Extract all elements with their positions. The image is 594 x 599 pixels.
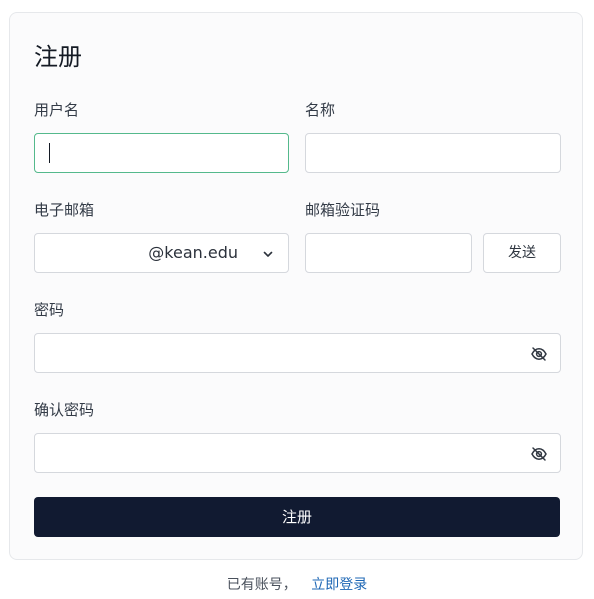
login-prompt: 已有账号， 立即登录 xyxy=(0,575,594,595)
login-prompt-text: 已有账号， xyxy=(226,577,297,593)
email-input[interactable]: @kean.edu xyxy=(34,233,289,273)
chevron-down-icon[interactable] xyxy=(262,248,274,260)
password-label: 密码 xyxy=(34,301,65,319)
username-input[interactable] xyxy=(34,133,289,173)
text-cursor xyxy=(49,143,50,163)
email-code-input[interactable] xyxy=(305,233,472,273)
register-card: 注册 用户名 名称 电子邮箱 @kean.edu 邮箱验证码 发送 密码 确认密… xyxy=(9,12,583,560)
email-code-label: 邮箱验证码 xyxy=(305,201,381,219)
eye-off-icon[interactable] xyxy=(530,345,548,363)
register-button[interactable]: 注册 xyxy=(34,497,560,537)
email-label: 电子邮箱 xyxy=(34,201,95,219)
eye-off-icon[interactable] xyxy=(530,445,548,463)
page-title: 注册 xyxy=(34,43,82,71)
name-input[interactable] xyxy=(305,133,561,173)
email-domain-select[interactable]: @kean.edu xyxy=(148,243,238,263)
login-link[interactable]: 立即登录 xyxy=(311,577,367,593)
confirm-password-label: 确认密码 xyxy=(34,401,95,419)
password-input[interactable] xyxy=(34,333,561,373)
name-label: 名称 xyxy=(305,101,336,119)
username-label: 用户名 xyxy=(34,101,80,119)
confirm-password-input[interactable] xyxy=(34,433,561,473)
send-code-button[interactable]: 发送 xyxy=(483,233,561,273)
